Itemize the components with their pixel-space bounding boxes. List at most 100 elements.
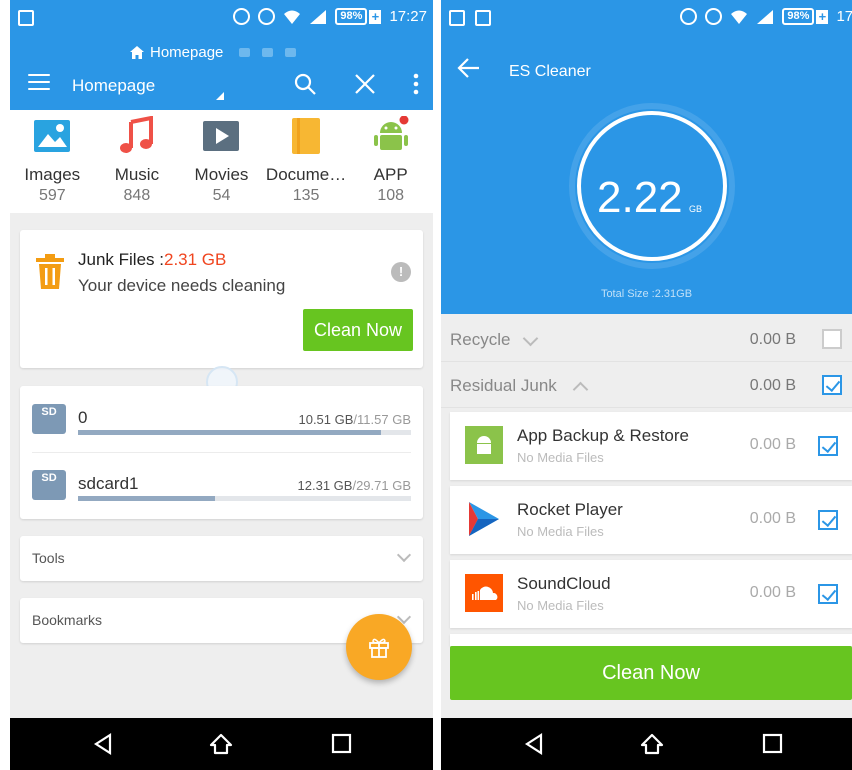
charging-icon: + xyxy=(369,9,382,24)
sd-card-icon: SD xyxy=(32,470,66,500)
junk-files-title: Junk Files :2.31 GB xyxy=(78,250,227,269)
home-nav-icon[interactable] xyxy=(208,732,234,756)
chevron-up-icon xyxy=(572,381,589,398)
window-icon[interactable] xyxy=(239,48,251,57)
category-documents[interactable]: Docume… 135 xyxy=(264,110,349,213)
sd-card-icon: SD xyxy=(32,404,66,434)
group-size: 0.00 B xyxy=(749,331,796,348)
app-size: 0.00 B xyxy=(749,584,796,601)
recents-icon[interactable] xyxy=(759,732,785,756)
charging-icon: + xyxy=(816,9,829,24)
category-movies[interactable]: Movies 54 xyxy=(179,110,264,213)
junk-size-unit: GB xyxy=(689,204,703,214)
category-images[interactable]: Images 597 xyxy=(10,110,95,213)
gift-button[interactable] xyxy=(346,614,412,680)
signal-icon xyxy=(310,9,327,24)
battery-indicator: 98% xyxy=(335,8,368,25)
back-icon[interactable] xyxy=(521,732,547,756)
app-subtitle: No Media Files xyxy=(517,598,604,613)
android-app-icon xyxy=(373,115,409,150)
storage-usage: 12.31 GB/29.71 GB xyxy=(297,478,411,493)
status-bar: 98% + 17:27 xyxy=(10,0,433,38)
clean-now-button[interactable]: Clean Now xyxy=(450,646,852,700)
clock: 17:27 xyxy=(389,8,427,25)
checkbox[interactable] xyxy=(822,375,842,395)
home-nav-icon[interactable] xyxy=(639,732,665,756)
window-icon[interactable] xyxy=(262,48,274,57)
wifi-icon xyxy=(731,10,748,24)
total-size: Total Size :2.31GB xyxy=(600,288,693,300)
app-name: App Backup & Restore xyxy=(517,426,689,445)
image-notification-icon xyxy=(449,10,465,26)
cleaner-header: ES Cleaner 2.22 GB Total Size :2.31GB xyxy=(441,38,852,314)
menu-icon[interactable] xyxy=(28,74,50,92)
movies-icon xyxy=(203,121,240,151)
edit-notification-icon xyxy=(475,10,491,26)
navigation-bar xyxy=(10,718,433,770)
app-size: 0.00 B xyxy=(749,510,796,527)
storage-usage-bar xyxy=(78,496,411,501)
soundcloud-icon xyxy=(465,574,503,612)
page-title[interactable]: Homepage xyxy=(72,76,155,96)
search-icon[interactable] xyxy=(293,72,317,96)
storage-name: sdcard1 xyxy=(78,474,139,493)
category-app[interactable]: APP 108 xyxy=(348,110,433,213)
images-icon xyxy=(34,120,71,152)
back-icon[interactable] xyxy=(90,732,116,756)
junk-size: 2.31 GB xyxy=(163,250,227,269)
storage-item[interactable]: SD 0 10.51 GB/11.57 GB xyxy=(20,388,423,452)
music-icon xyxy=(119,115,153,153)
checkbox[interactable] xyxy=(818,436,838,456)
group-recycle[interactable]: Recycle 0.00 B xyxy=(441,316,852,362)
app-name: Rocket Player xyxy=(517,500,623,519)
list-item[interactable]: SoundCloud No Media Files 0.00 B xyxy=(450,560,852,628)
home-icon xyxy=(130,46,144,59)
group-residual-junk[interactable]: Residual Junk 0.00 B xyxy=(441,362,852,408)
checkbox[interactable] xyxy=(818,510,838,530)
es-file-explorer-screen: 98%+ 17:27 Homepage Homepage Images 597 xyxy=(10,0,433,770)
chevron-down-icon xyxy=(522,330,539,347)
app-subtitle: No Media Files xyxy=(517,450,604,465)
list-item[interactable]: Rocket Player No Media Files 0.00 B xyxy=(450,486,852,554)
alarm-icon xyxy=(258,8,276,25)
page-title: ES Cleaner xyxy=(509,63,591,80)
battery-indicator: 98% xyxy=(782,8,815,25)
junk-files-card: Junk Files :2.31 GB Your device needs cl… xyxy=(20,230,423,368)
breadcrumb-label: Homepage xyxy=(150,44,224,61)
storage-name: 0 xyxy=(78,408,88,427)
do-not-disturb-icon xyxy=(680,8,698,25)
window-dropdown-indicator[interactable] xyxy=(216,92,224,100)
list-item[interactable]: App Backup & Restore No Media Files 0.00… xyxy=(450,412,852,480)
es-cleaner-screen: 98%+ 17:28 ES Cleaner 2.22 GB Total Size… xyxy=(441,0,852,770)
close-icon[interactable] xyxy=(353,72,377,96)
category-music[interactable]: Music 848 xyxy=(95,110,180,213)
trash-icon xyxy=(36,254,64,289)
clean-now-button[interactable]: Clean Now xyxy=(303,309,413,351)
checkbox[interactable] xyxy=(818,584,838,604)
do-not-disturb-icon xyxy=(233,8,251,25)
tools-section[interactable]: Tools xyxy=(20,536,423,581)
app-size: 0.00 B xyxy=(749,436,796,453)
status-bar: 98%+ 17:28 xyxy=(441,0,852,38)
divider xyxy=(32,452,411,453)
window-icon[interactable] xyxy=(285,48,297,57)
clock: 17:28 xyxy=(836,8,852,25)
junk-subtitle: Your device needs cleaning xyxy=(78,276,286,295)
app-name: SoundCloud xyxy=(517,574,611,593)
info-icon[interactable]: ! xyxy=(391,262,411,282)
back-arrow-icon[interactable] xyxy=(457,58,481,78)
storage-item[interactable]: SD sdcard1 12.31 GB/29.71 GB xyxy=(20,454,423,518)
tools-label: Tools xyxy=(32,550,65,566)
checkbox[interactable] xyxy=(822,329,842,349)
recents-icon[interactable] xyxy=(328,732,354,756)
overflow-menu-icon[interactable] xyxy=(413,72,419,96)
bookmarks-label: Bookmarks xyxy=(32,612,103,628)
edit-notification-icon xyxy=(18,10,34,26)
group-label: Residual Junk xyxy=(450,376,557,395)
chevron-down-icon xyxy=(396,547,412,563)
navigation-bar xyxy=(441,718,852,770)
breadcrumb[interactable]: Homepage xyxy=(130,44,297,61)
rocket-player-icon xyxy=(469,502,499,536)
list-item xyxy=(450,634,852,646)
app-bar: Homepage Homepage xyxy=(10,38,433,110)
